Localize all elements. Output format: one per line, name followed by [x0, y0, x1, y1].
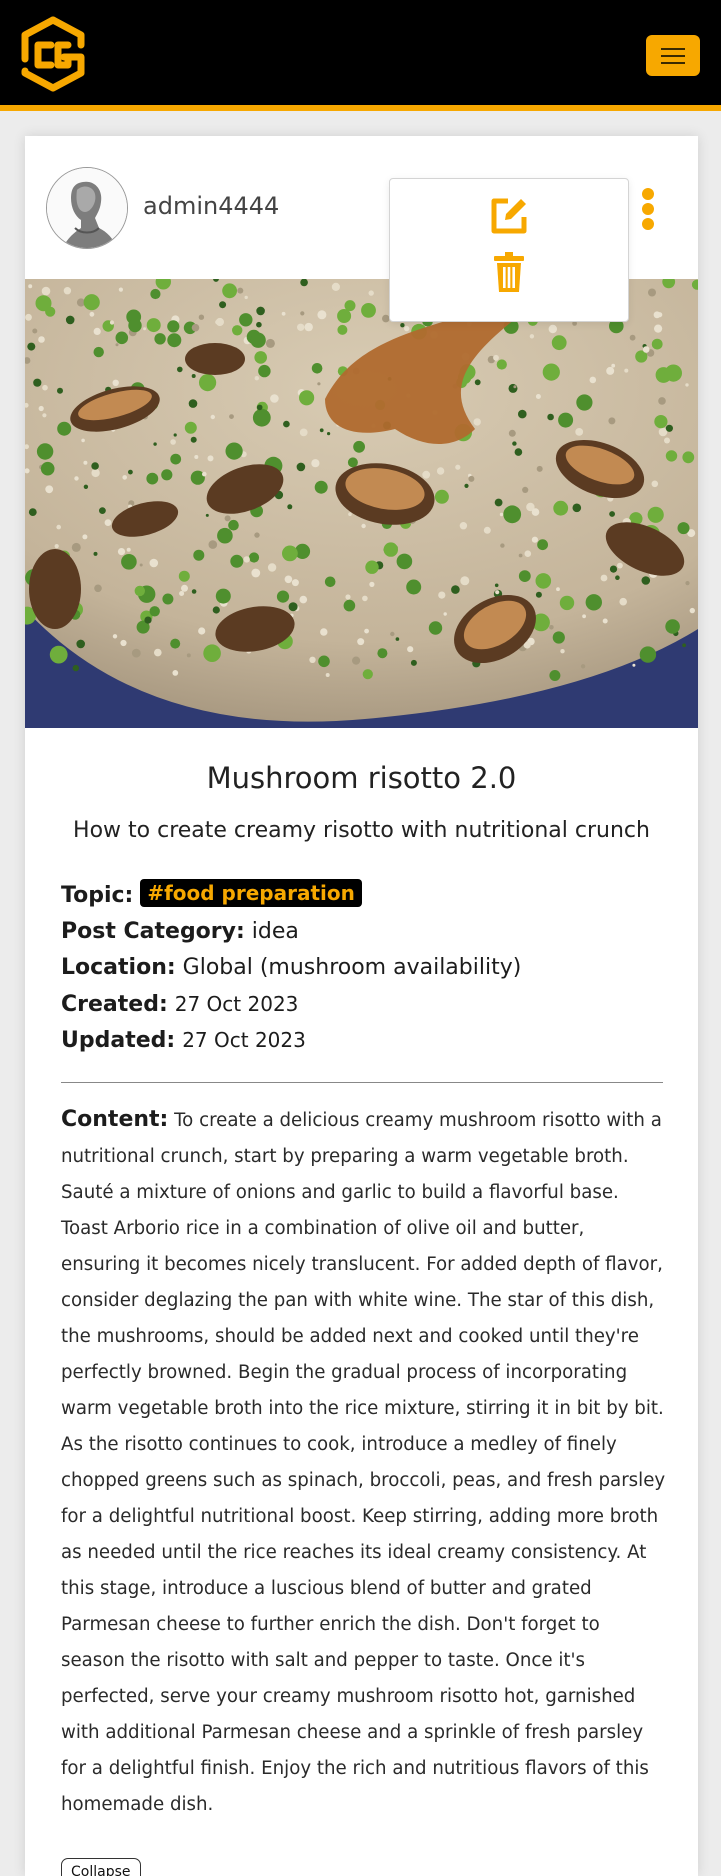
hamburger-icon: [661, 48, 685, 50]
trash-icon: [494, 252, 524, 292]
hamburger-icon-bar: [661, 62, 685, 64]
location-label: Location:: [61, 955, 176, 980]
location-value: Global (mushroom availability): [182, 955, 522, 980]
post-options-dropdown: [389, 178, 629, 322]
cube-logo-icon[interactable]: [18, 15, 88, 93]
avatar-portrait-image: [47, 168, 127, 248]
hamburger-menu-button[interactable]: [646, 35, 700, 76]
updated-value: 27 Oct 2023: [182, 1028, 306, 1052]
created-label: Created:: [61, 992, 168, 1017]
category-value: idea: [251, 919, 299, 944]
hamburger-icon-bar: [661, 55, 685, 57]
author-username[interactable]: admin4444: [143, 192, 279, 220]
meta-updated: Updated: 27 Oct 2023: [61, 1022, 306, 1059]
navbar: [0, 0, 721, 111]
content-label: Content:: [61, 1107, 169, 1132]
edit-post-button[interactable]: [486, 193, 532, 239]
edit-icon: [491, 198, 527, 234]
vertical-ellipsis-icon[interactable]: [639, 188, 659, 230]
meta-category: Post Category: idea: [61, 914, 299, 950]
updated-label: Updated:: [61, 1028, 176, 1053]
avatar[interactable]: [46, 167, 128, 249]
divider: [61, 1082, 663, 1083]
created-value: 27 Oct 2023: [174, 992, 299, 1016]
meta-topic: Topic: #food preparation: [61, 878, 362, 914]
meta-location: Location: Global (mushroom availability): [61, 950, 521, 986]
post-content: Content: To create a delicious creamy mu…: [61, 1102, 669, 1823]
delete-post-button[interactable]: [486, 249, 532, 295]
topic-tag[interactable]: #food preparation: [140, 879, 362, 907]
post-subtitle: How to create creamy risotto with nutrit…: [73, 818, 650, 843]
content-text: To create a delicious creamy mushroom ri…: [61, 1110, 666, 1815]
risotto-photo: [25, 279, 698, 728]
post-card: admin4444 Mushroom risotto 2.0 How to cr…: [25, 136, 698, 1876]
post-title: Mushroom risotto 2.0: [206, 761, 517, 795]
meta-created: Created: 27 Oct 2023: [61, 986, 298, 1023]
topic-label: Topic:: [61, 883, 134, 908]
category-label: Post Category:: [61, 919, 245, 944]
